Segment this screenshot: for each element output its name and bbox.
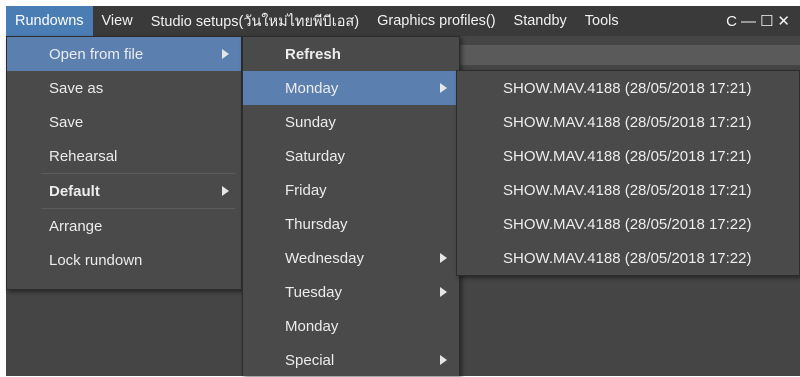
menu-item-label: Save [49, 113, 84, 131]
menu-item-label: SHOW.MAV.4188 (28/05/2018 17:21) [503, 181, 752, 199]
menu-item-label: Thursday [285, 215, 348, 233]
menu-item-label: Save as [49, 79, 104, 97]
submenu-arrow-icon [440, 355, 447, 365]
open-from-file-submenu: Refresh Monday Sunday Saturday Friday Th… [242, 36, 460, 376]
menu-item-open-from-file[interactable]: Open from file [7, 37, 241, 71]
menu-item-show-file[interactable]: SHOW.MAV.4188 (28/05/2018 17:21) [457, 173, 799, 207]
menu-item-refresh[interactable]: Refresh [243, 37, 459, 71]
menu-item-label: Monday [285, 317, 339, 335]
menu-rundowns[interactable]: Rundowns [6, 6, 93, 36]
menu-item-wednesday[interactable]: Wednesday [243, 241, 459, 275]
menu-item-label: Refresh [285, 45, 341, 63]
submenu-arrow-icon [440, 83, 447, 93]
menu-item-show-file[interactable]: SHOW.MAV.4188 (28/05/2018 17:22) [457, 207, 799, 241]
menu-studio-setups[interactable]: Studio setups(วันใหม่ไทยพีบีเอส) [142, 6, 368, 36]
menu-item-show-file[interactable]: SHOW.MAV.4188 (28/05/2018 17:22) [457, 241, 799, 275]
minimize-icon[interactable]: — [741, 13, 756, 30]
menu-item-monday-2[interactable]: Monday [243, 309, 459, 343]
panel-header-strip [456, 45, 800, 65]
menu-item-label: SHOW.MAV.4188 (28/05/2018 17:21) [503, 147, 752, 165]
menu-item-rehearsal[interactable]: Rehearsal [7, 139, 241, 173]
submenu-arrow-icon [222, 186, 229, 196]
menu-item-label: SHOW.MAV.4188 (28/05/2018 17:22) [503, 215, 752, 233]
menu-item-friday[interactable]: Friday [243, 173, 459, 207]
menu-item-label: Wednesday [285, 249, 364, 267]
menu-item-special[interactable]: Special [243, 343, 459, 377]
close-icon[interactable]: ✕ [777, 12, 790, 30]
submenu-arrow-icon [440, 253, 447, 263]
menu-item-label: Tuesday [285, 283, 342, 301]
menu-item-save[interactable]: Save [7, 105, 241, 139]
menu-item-default[interactable]: Default [7, 174, 241, 208]
menu-item-label: Open from file [49, 45, 144, 63]
app-window: Rundowns View Studio setups(วันใหม่ไทยพี… [0, 0, 800, 376]
menu-item-label: Friday [285, 181, 327, 199]
menu-item-tuesday[interactable]: Tuesday [243, 275, 459, 309]
menu-graphics-profiles[interactable]: Graphics profiles() [368, 6, 504, 36]
menu-item-show-file[interactable]: SHOW.MAV.4188 (28/05/2018 17:21) [457, 139, 799, 173]
menu-item-save-as[interactable]: Save as [7, 71, 241, 105]
menu-item-label: Arrange [49, 217, 103, 235]
menu-item-label: Lock rundown [49, 251, 143, 269]
monday-submenu: SHOW.MAV.4188 (28/05/2018 17:21) SHOW.MA… [456, 70, 800, 276]
menu-view[interactable]: View [93, 6, 142, 36]
maximize-icon[interactable]: ☐ [760, 12, 773, 30]
menu-item-label: SHOW.MAV.4188 (28/05/2018 17:21) [503, 113, 752, 131]
menu-truncated[interactable]: C [726, 13, 737, 30]
menu-item-arrange[interactable]: Arrange [7, 209, 241, 243]
menu-item-show-file[interactable]: SHOW.MAV.4188 (28/05/2018 17:21) [457, 71, 799, 105]
menu-item-label: Default [49, 182, 100, 200]
submenu-arrow-icon [222, 49, 229, 59]
menu-item-label: Special [285, 351, 335, 369]
menu-bar: Rundowns View Studio setups(วันใหม่ไทยพี… [6, 6, 800, 36]
submenu-arrow-icon [440, 287, 447, 297]
menu-tools[interactable]: Tools [576, 6, 628, 36]
rundowns-dropdown: Open from file Save as Save Rehearsal De… [6, 36, 242, 290]
menu-item-label: Monday [285, 79, 339, 97]
menu-item-label: SHOW.MAV.4188 (28/05/2018 17:21) [503, 79, 752, 97]
menu-item-saturday[interactable]: Saturday [243, 139, 459, 173]
menu-standby[interactable]: Standby [505, 6, 576, 36]
menu-item-label: SHOW.MAV.4188 (28/05/2018 17:22) [503, 249, 752, 267]
menu-item-monday[interactable]: Monday [243, 71, 459, 105]
menu-item-lock-rundown[interactable]: Lock rundown [7, 243, 241, 277]
menu-item-label: Sunday [285, 113, 336, 131]
menu-item-show-file[interactable]: SHOW.MAV.4188 (28/05/2018 17:21) [457, 105, 799, 139]
menu-item-thursday[interactable]: Thursday [243, 207, 459, 241]
window-controls: C — ☐ ✕ [726, 12, 800, 31]
menu-item-label: Saturday [285, 147, 346, 165]
menu-item-sunday[interactable]: Sunday [243, 105, 459, 139]
menu-item-label: Rehearsal [49, 147, 118, 165]
